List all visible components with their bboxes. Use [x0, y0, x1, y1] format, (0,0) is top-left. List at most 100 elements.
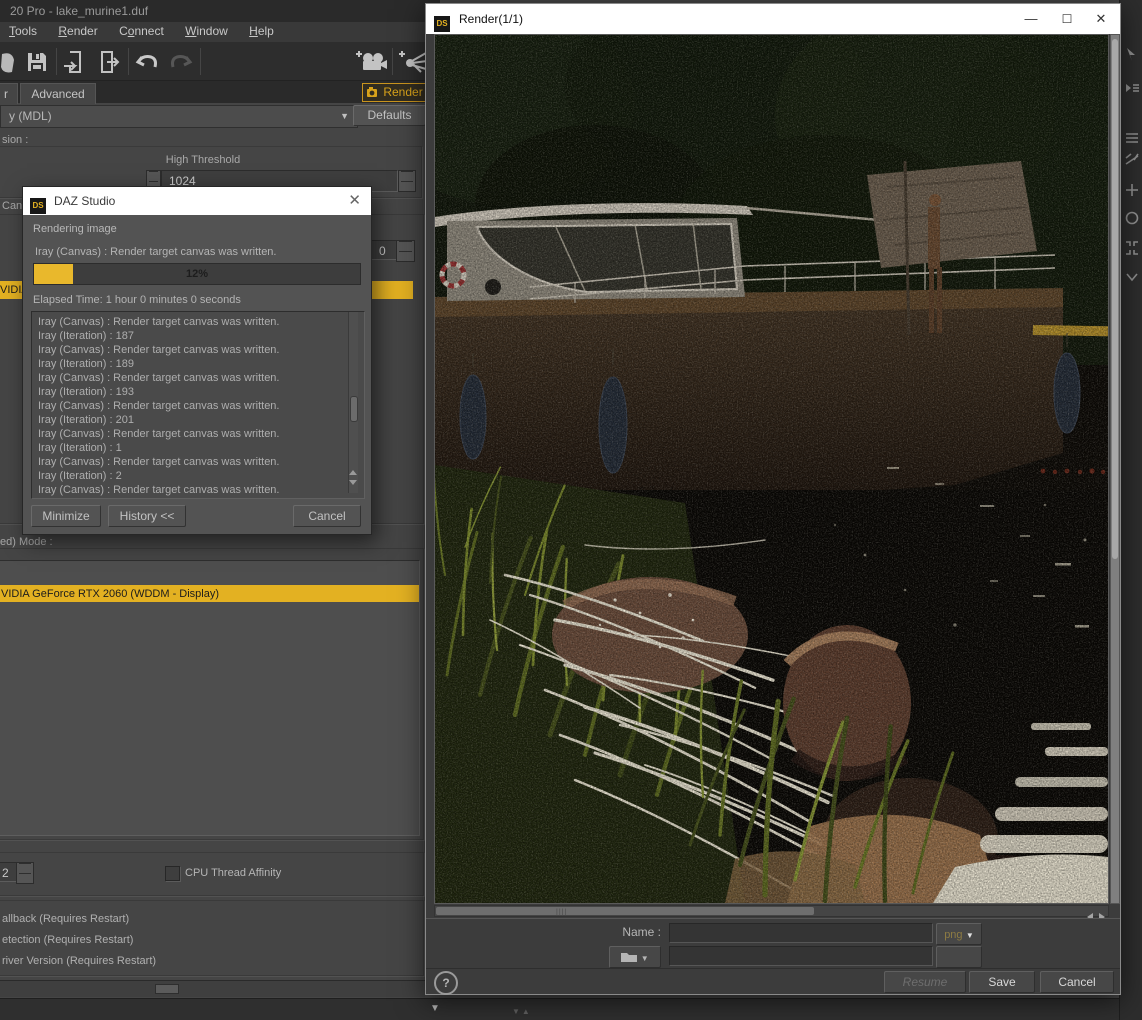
render-window-titlebar[interactable]: DS Render(1/1) — ☐ ✕	[426, 4, 1120, 34]
log-line: Iray (Canvas) : Render target canvas was…	[38, 400, 280, 412]
device-row-left-fragment[interactable]: VIDIA	[0, 281, 22, 299]
cancel-render-button[interactable]: Cancel	[293, 505, 361, 527]
camera-icon	[367, 87, 377, 97]
menu-bar: Tools Render Connect Window Help	[0, 22, 430, 42]
render-log[interactable]: Iray (Canvas) : Render target canvas was…	[31, 311, 365, 499]
log-line: Iray (Iteration) : 193	[38, 386, 134, 398]
log-line: Iray (Canvas) : Render target canvas was…	[38, 484, 280, 496]
high-threshold-label: High Threshold	[165, 154, 241, 166]
render-name-input[interactable]	[669, 923, 933, 943]
log-scrollbar-thumb[interactable]	[350, 396, 358, 422]
viewport-tools-icons[interactable]	[1123, 46, 1141, 306]
undo-icon[interactable]	[134, 49, 160, 75]
progress-status: Rendering image	[33, 223, 117, 235]
screen: 20 Pro - lake_murine1.duf Tools Render C…	[0, 0, 1142, 1020]
log-line: Iray (Iteration) : 201	[38, 414, 134, 426]
tab-partial[interactable]: r	[0, 83, 18, 104]
render-bottom-bar: ? Resume Save Cancel	[426, 968, 1120, 995]
cpu-thread-affinity-checkbox[interactable]	[165, 866, 180, 881]
folder-icon	[621, 953, 638, 962]
engine-row: y (MDL) ▼ Defaults	[0, 104, 430, 128]
log-line: Iray (Iteration) : 1	[38, 442, 122, 454]
chevron-down-icon: ▼	[640, 954, 649, 963]
save-icon[interactable]	[24, 49, 50, 75]
format-dropdown[interactable]: png ▼	[936, 923, 982, 945]
menu-item[interactable]: Connect	[110, 22, 173, 40]
tab-advanced[interactable]: Advanced	[20, 83, 96, 104]
pane-tab-row: r Advanced Render	[0, 81, 478, 104]
import-icon[interactable]	[62, 49, 88, 75]
close-icon[interactable]: ✕	[1084, 4, 1118, 34]
folder-browse-button[interactable]: ▼	[609, 946, 661, 968]
path-extra-button[interactable]	[936, 946, 982, 968]
render-window: DS Render(1/1) — ☐ ✕ |||| Name: png ▼ ▼…	[375, 0, 1142, 995]
resume-button[interactable]: Resume	[884, 971, 966, 993]
dock-grip-icon: ▼▲	[512, 1007, 532, 1016]
device-list[interactable]: VIDIA GeForce RTX 2060 (WDDM - Display)	[0, 560, 420, 836]
threads-spinner[interactable]	[16, 862, 34, 884]
render-hscrollbar[interactable]: ||||	[434, 905, 1109, 921]
save-button[interactable]: Save	[969, 971, 1035, 993]
render-vscroll-thumb[interactable]	[1112, 39, 1118, 559]
progress-dialog-title: DAZ Studio	[54, 194, 116, 208]
help-button[interactable]: ?	[434, 971, 458, 995]
history-button[interactable]: History <<	[108, 505, 186, 527]
cpu-thread-affinity-label: CPU Thread Affinity	[185, 867, 282, 879]
render-hscroll-thumb[interactable]: ||||	[436, 907, 814, 916]
toolbar-separator	[392, 48, 393, 75]
defaults-button[interactable]: Defaults	[353, 105, 426, 126]
progress-dialog-titlebar: DS DAZ Studio ✕	[23, 187, 371, 215]
restart-options: allback (Requires Restart) etection (Requ…	[2, 909, 156, 972]
device-row-right-fragment[interactable]	[368, 281, 413, 299]
render-engine-dropdown[interactable]: y (MDL) ▼	[0, 105, 358, 128]
daz-app-icon: DS	[30, 198, 46, 214]
progress-message: Iray (Canvas) : Render target canvas was…	[35, 246, 277, 258]
new-camera-icon[interactable]	[356, 49, 388, 75]
scroll-up-icon[interactable]	[349, 470, 357, 475]
section-label-fragment: sion :	[2, 134, 29, 146]
menu-item[interactable]: Tools	[0, 22, 46, 40]
minimize-icon[interactable]: —	[1014, 4, 1048, 34]
toolbar-separator	[200, 48, 201, 75]
render-vscrollbar[interactable]	[1110, 34, 1120, 904]
render-image: Ihiza	[375, 0, 1142, 939]
render-save-panel: Name : png ▼ ▼	[426, 918, 1120, 969]
panel-hscroll-thumb[interactable]	[155, 984, 179, 994]
menu-item[interactable]: Help	[240, 22, 283, 40]
log-line: Iray (Iteration) : 2	[38, 470, 122, 482]
cut-toolbar-icon[interactable]	[0, 49, 18, 75]
pane-collapse-arrow-icon[interactable]: ▼	[430, 1003, 440, 1014]
name-label: Name :	[622, 925, 661, 939]
log-line: Iray (Canvas) : Render target canvas was…	[38, 316, 280, 328]
cancel-button[interactable]: Cancel	[1040, 971, 1114, 993]
log-line: Iray (Canvas) : Render target canvas was…	[38, 428, 280, 440]
toolbar-separator	[56, 48, 57, 75]
main-toolbar	[0, 42, 430, 81]
log-scrollbar[interactable]	[348, 312, 358, 493]
menu-item[interactable]: Render	[49, 22, 106, 40]
close-icon[interactable]: ✕	[348, 187, 361, 215]
scroll-down-icon[interactable]	[349, 480, 357, 485]
chevron-down-icon: ▼	[340, 111, 349, 121]
device-list-row[interactable]: VIDIA GeForce RTX 2060 (WDDM - Display)	[0, 585, 419, 602]
minimize-button[interactable]: Minimize	[31, 505, 101, 527]
log-line: Iray (Canvas) : Render target canvas was…	[38, 372, 280, 384]
redo-icon[interactable]	[168, 49, 194, 75]
maximize-icon[interactable]: ☐	[1050, 4, 1084, 34]
log-line: Iray (Iteration) : 3	[38, 497, 364, 498]
restart-option-label: allback (Requires Restart)	[2, 913, 130, 925]
main-window-titlebar: 20 Pro - lake_murine1.duf	[0, 0, 440, 22]
toolbar-separator	[128, 48, 129, 75]
menu-item[interactable]: Window	[176, 22, 237, 40]
canvas-count-spinner[interactable]	[396, 240, 415, 262]
panel-hscrollbar[interactable]	[0, 980, 425, 997]
log-line: Iray (Iteration) : 187	[38, 330, 134, 342]
daz-app-icon: DS	[434, 16, 450, 32]
restart-option-label: etection (Requires Restart)	[2, 934, 134, 946]
new-spotlight-icon[interactable]	[398, 49, 428, 75]
render-path-input[interactable]	[669, 946, 933, 966]
high-threshold-spinner[interactable]	[398, 170, 416, 192]
export-icon[interactable]	[96, 49, 122, 75]
render-window-title: Render(1/1)	[459, 12, 524, 26]
right-dock-strip	[1119, 0, 1142, 1020]
